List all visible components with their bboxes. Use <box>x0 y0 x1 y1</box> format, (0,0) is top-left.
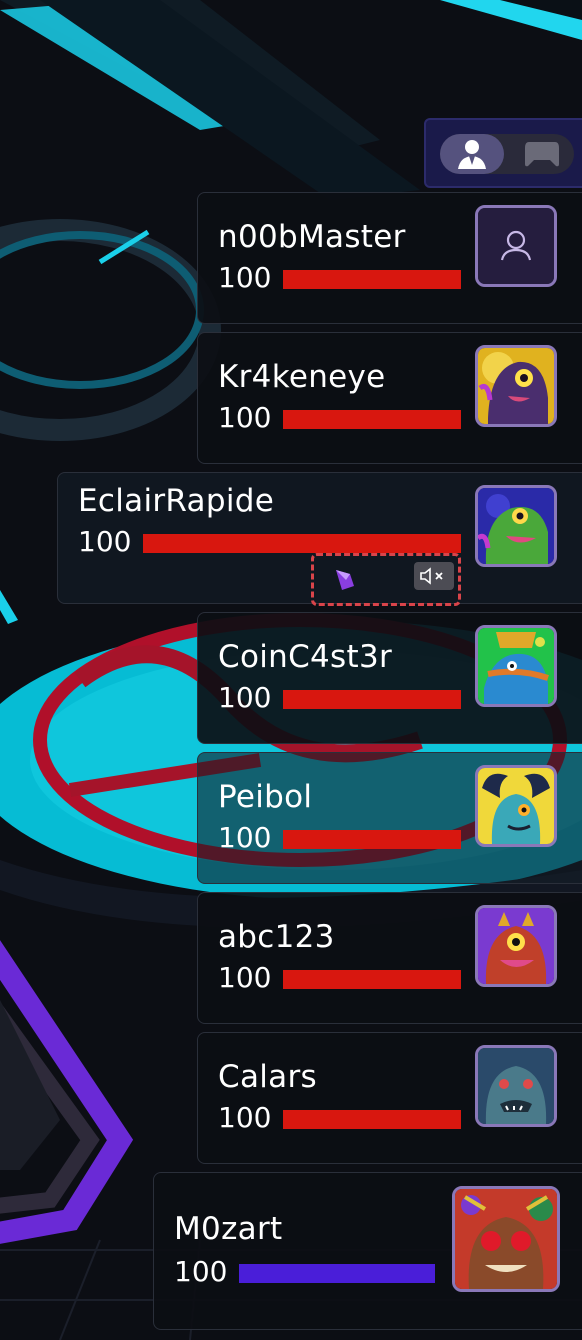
default-person-icon <box>478 208 554 284</box>
stone-monkey-portrait <box>478 1048 554 1124</box>
health-bar <box>283 690 461 709</box>
health-bar <box>283 1110 461 1129</box>
health-bar <box>283 410 461 429</box>
mute-button[interactable] <box>414 562 454 590</box>
health-bar-fill <box>283 970 461 989</box>
health-bar-fill <box>283 830 461 849</box>
health-bar <box>283 830 461 849</box>
purple-dragon-portrait <box>478 348 554 424</box>
player-name: CoinC4st3r <box>218 639 393 675</box>
health-bar <box>283 270 461 289</box>
health-bar-fill <box>239 1264 435 1283</box>
player-avatar[interactable] <box>475 765 557 847</box>
health-bar <box>283 970 461 989</box>
player-avatar[interactable] <box>452 1186 560 1292</box>
health-bar-fill <box>283 410 461 429</box>
player-name: M0zart <box>174 1211 283 1247</box>
player-avatar[interactable] <box>475 485 557 567</box>
controller-icon <box>525 142 559 167</box>
player-view-button[interactable] <box>440 134 504 174</box>
red-beast-portrait <box>478 908 554 984</box>
health-bar <box>239 1264 435 1283</box>
health-bar-fill <box>143 534 461 553</box>
player-status-panel <box>311 553 461 606</box>
health-bar-fill <box>283 1110 461 1129</box>
horned-blue-portrait <box>478 768 554 844</box>
health-bar <box>143 534 461 553</box>
player-name: Kr4keneye <box>218 359 386 395</box>
health-bar-fill <box>283 690 461 709</box>
muted-speaker-icon <box>420 567 443 585</box>
view-toggle-track <box>440 134 574 174</box>
player-name: n00bMaster <box>218 219 406 255</box>
controller-view-button[interactable] <box>510 134 574 174</box>
view-toggle <box>424 118 582 188</box>
health-value: 100 <box>218 821 272 854</box>
health-value: 100 <box>218 1101 272 1134</box>
health-value: 100 <box>218 401 272 434</box>
player-name: EclairRapide <box>78 483 275 519</box>
player-avatar[interactable] <box>475 345 557 427</box>
player-view-icon <box>458 140 486 169</box>
health-value: 100 <box>218 961 272 994</box>
purple-gem-icon <box>336 570 354 590</box>
red-panda-portrait <box>455 1189 557 1289</box>
health-value: 100 <box>218 681 272 714</box>
health-bar-fill <box>283 270 461 289</box>
fish-wizard-portrait <box>478 628 554 704</box>
player-name: Peibol <box>218 779 313 815</box>
player-name: abc123 <box>218 919 335 955</box>
player-avatar[interactable] <box>475 205 557 287</box>
health-value: 100 <box>78 525 132 558</box>
health-value: 100 <box>174 1255 228 1288</box>
player-avatar[interactable] <box>475 625 557 707</box>
player-name: Calars <box>218 1059 317 1095</box>
player-avatar[interactable] <box>475 1045 557 1127</box>
player-avatar[interactable] <box>475 905 557 987</box>
health-value: 100 <box>218 261 272 294</box>
green-lizard-portrait <box>478 488 554 564</box>
